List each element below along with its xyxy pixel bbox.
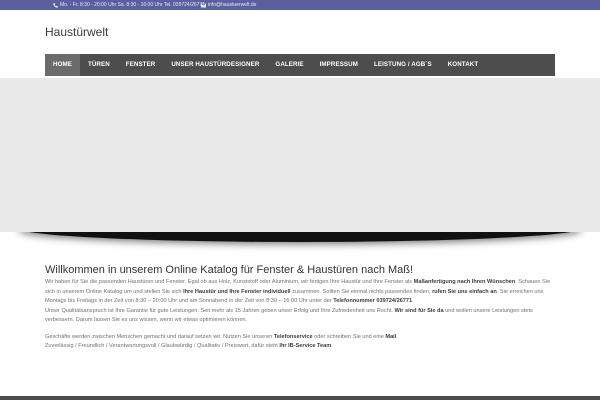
intro-paragraph: Wir haben für Sie die passenden Haustüre… [45, 279, 551, 304]
site-logo[interactable]: Haustürwelt [45, 25, 108, 39]
email-contact[interactable]: info@haustuerwelt.de [201, 0, 256, 10]
nav-item-galerie[interactable]: GALERIE [267, 54, 311, 76]
nav-item-home[interactable]: HOME [45, 54, 80, 76]
nav-item-haustuerdesigner[interactable]: UNSER HAUSTÜRDESIGNER [163, 54, 267, 76]
page-title: Willkommen in unserem Online Katalog für… [45, 264, 414, 276]
nav-item-kontakt[interactable]: KONTAKT [440, 54, 487, 76]
phone-icon [53, 2, 58, 8]
nav-item-tueren[interactable]: TÜREN [80, 54, 118, 76]
site-header: Haustürwelt HOME TÜREN FENSTER UNSER HAU… [0, 10, 600, 78]
nav-item-impressum[interactable]: IMPRESSUM [312, 54, 366, 76]
image-slider [0, 78, 600, 232]
quality-paragraph: Unser Qualitätsanspruch ist Ihre Garanti… [45, 307, 533, 324]
phone-hours-text: Mo. - Fr. 8:30 - 20:00 Uhr Sa. 8:30 - 16… [60, 2, 205, 8]
main-content: Willkommen in unserem Online Katalog für… [45, 263, 555, 352]
footer-bar [0, 396, 600, 400]
email-text[interactable]: info@haustuerwelt.de [208, 0, 256, 10]
slider-shadow [0, 232, 600, 256]
service-paragraph: Geschäfte werden zwischen Menschen gemac… [45, 333, 398, 340]
nav-item-fenster[interactable]: FENSTER [118, 54, 164, 76]
opening-hours-phone: Mo. - Fr. 8:30 - 20:00 Uhr Sa. 8:30 - 16… [53, 0, 205, 10]
envelope-icon [201, 3, 206, 7]
shadow-arc [18, 232, 582, 242]
top-info-bar: Mo. - Fr. 8:30 - 20:00 Uhr Sa. 8:30 - 16… [0, 0, 600, 10]
nav-item-leistung-agb[interactable]: LEISTUNG / AGB´S [366, 54, 440, 76]
main-navigation: HOME TÜREN FENSTER UNSER HAUSTÜRDESIGNER… [45, 54, 555, 76]
values-paragraph: Zuverlässig / Freundlich / Verantwortung… [45, 343, 332, 349]
